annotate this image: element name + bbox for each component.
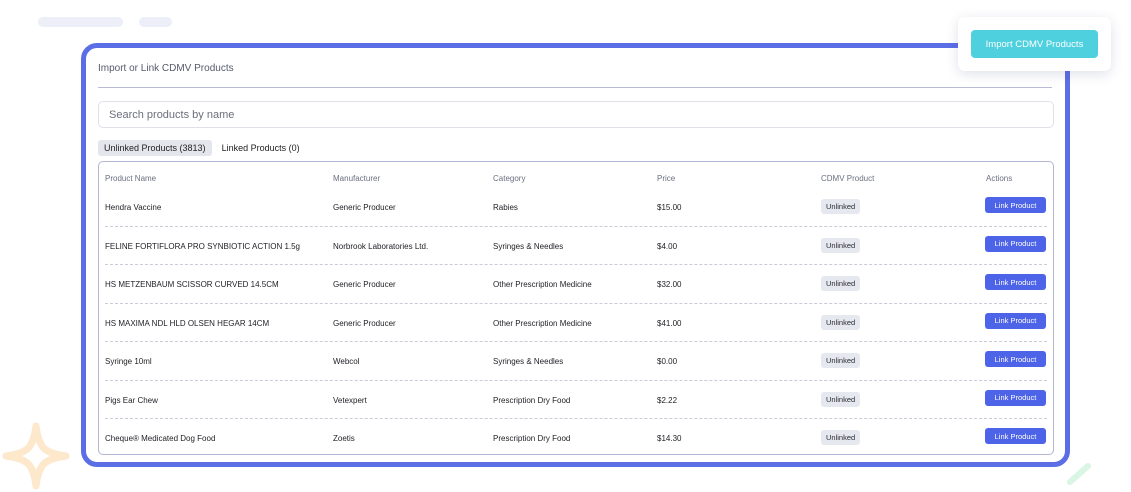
link-product-button[interactable]: Link Product	[985, 351, 1046, 367]
manufacturer: Generic Producer	[333, 280, 396, 289]
price: $14.30	[657, 434, 682, 443]
divider	[98, 87, 1052, 88]
table-row: Syringe 10ml Webcol Syringes & Needles $…	[99, 342, 1053, 381]
table-row: Pigs Ear Chew Vetexpert Prescription Dry…	[99, 381, 1053, 419]
table-row: HS METZENBAUM SCISSOR CURVED 14.5CM Gene…	[99, 265, 1053, 304]
price: $41.00	[657, 318, 682, 328]
status-badge: Unlinked	[821, 353, 861, 368]
product-name: FELINE FORTIFLORA PRO SYNBIOTIC ACTION 1…	[105, 241, 301, 251]
table-row: FELINE FORTIFLORA PRO SYNBIOTIC ACTION 1…	[99, 227, 1053, 265]
tab-linked-products[interactable]: Linked Products (0)	[216, 140, 306, 156]
category: Other Prescription Medicine	[493, 318, 592, 328]
table-row: Cheque® Medicated Dog Food Zoetis Prescr…	[99, 419, 1053, 454]
header-actions: Actions	[986, 174, 1013, 183]
import-link-panel: Import or Link CDMV Products Unlinked Pr…	[81, 43, 1070, 467]
skeleton-bar	[139, 17, 172, 27]
sparkle-decoration-icon	[2, 422, 70, 490]
category: Syringes & Needles	[493, 241, 564, 251]
panel-title: Import or Link CDMV Products	[98, 63, 234, 74]
header-manufacturer: Manufacturer	[333, 174, 381, 183]
manufacturer: Webcol	[333, 357, 360, 366]
skeleton-bar	[38, 17, 123, 27]
header-cdmv-product: CDMV Product	[821, 174, 875, 183]
link-product-button[interactable]: Link Product	[985, 197, 1046, 213]
tab-bar: Unlinked Products (3813) Linked Products…	[98, 140, 306, 156]
manufacturer: Generic Producer	[333, 318, 396, 328]
product-name: Hendra Vaccine	[105, 203, 162, 212]
products-table: Product Name Manufacturer Category Price…	[98, 161, 1054, 455]
import-cdmv-products-button[interactable]: Import CDMV Products	[971, 30, 1098, 58]
price: $15.00	[657, 203, 682, 212]
header-category: Category	[493, 174, 526, 183]
link-product-button[interactable]: Link Product	[985, 235, 1046, 252]
price: $32.00	[657, 280, 682, 289]
price: $2.22	[657, 395, 678, 405]
manufacturer: Norbrook Laboratories Ltd.	[333, 241, 429, 251]
header-price: Price	[657, 174, 676, 183]
manufacturer: Vetexpert	[333, 395, 367, 405]
search-input[interactable]	[98, 101, 1054, 128]
category: Rabies	[493, 203, 518, 212]
price: $4.00	[657, 241, 678, 251]
manufacturer: Zoetis	[333, 434, 355, 443]
header-product-name: Product Name	[105, 174, 157, 183]
table-row: HS MAXIMA NDL HLD OLSEN HEGAR 14CM Gener…	[99, 304, 1053, 342]
category: Prescription Dry Food	[493, 434, 571, 443]
mint-stroke-decoration-icon	[1067, 463, 1091, 485]
tab-unlinked-products[interactable]: Unlinked Products (3813)	[98, 140, 212, 156]
link-product-button[interactable]: Link Product	[985, 389, 1046, 406]
status-badge: Unlinked	[821, 276, 861, 291]
product-name: HS MAXIMA NDL HLD OLSEN HEGAR 14CM	[105, 318, 270, 328]
import-card: Import CDMV Products	[958, 17, 1111, 71]
status-badge: Unlinked	[821, 391, 861, 407]
product-name: Pigs Ear Chew	[105, 395, 158, 405]
status-badge: Unlinked	[821, 430, 861, 445]
category: Prescription Dry Food	[493, 395, 571, 405]
manufacturer: Generic Producer	[333, 203, 396, 212]
product-name: Cheque® Medicated Dog Food	[105, 434, 216, 443]
status-badge: Unlinked	[821, 199, 861, 214]
status-badge: Unlinked	[821, 314, 861, 330]
link-product-button[interactable]: Link Product	[985, 312, 1046, 329]
table-row: Hendra Vaccine Generic Producer Rabies $…	[99, 188, 1053, 227]
link-product-button[interactable]: Link Product	[985, 428, 1046, 444]
link-product-button[interactable]: Link Product	[985, 274, 1046, 290]
price: $0.00	[657, 357, 678, 366]
status-badge: Unlinked	[821, 237, 861, 253]
category: Other Prescription Medicine	[493, 280, 592, 289]
product-name: Syringe 10ml	[105, 357, 152, 366]
product-name: HS METZENBAUM SCISSOR CURVED 14.5CM	[105, 280, 279, 289]
category: Syringes & Needles	[493, 357, 564, 366]
